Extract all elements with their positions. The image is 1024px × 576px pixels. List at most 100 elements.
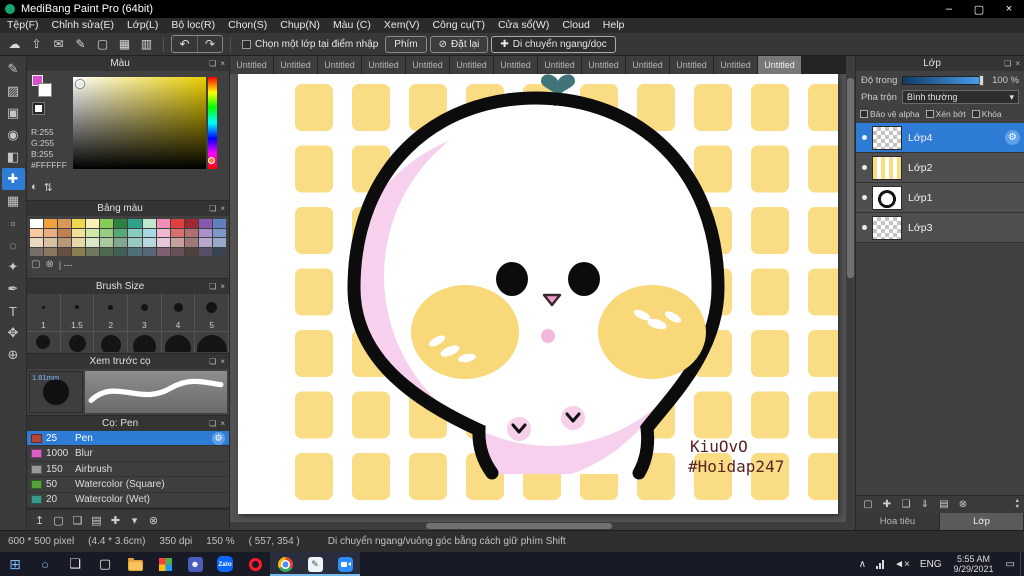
- brush-settings-gear-icon[interactable]: ⚙: [212, 431, 225, 445]
- document-tab[interactable]: Untitled: [362, 56, 406, 74]
- document-tab[interactable]: Untitled: [758, 56, 802, 74]
- hue-slider[interactable]: [208, 77, 217, 169]
- tool-button[interactable]: ◉: [2, 124, 25, 146]
- menu-item[interactable]: Công cụ(T): [432, 18, 485, 33]
- brush-size-option[interactable]: 4: [162, 294, 196, 331]
- move-direction-button[interactable]: ✚ Di chuyển ngang/dọc: [491, 35, 616, 53]
- menu-item[interactable]: Chọn(S): [228, 18, 267, 33]
- palette-swatch[interactable]: [86, 228, 100, 237]
- palette-swatch[interactable]: [170, 247, 184, 256]
- dock-icon[interactable]: ❏: [209, 204, 216, 213]
- tab-layers[interactable]: Lớp: [940, 513, 1024, 530]
- reset-button[interactable]: ⊘ Đặt lại: [429, 35, 489, 53]
- document-tab[interactable]: Untitled: [274, 56, 318, 74]
- brush-size-option[interactable]: 2: [94, 294, 129, 331]
- undo-button[interactable]: ↶: [172, 36, 197, 52]
- close-icon[interactable]: ×: [1015, 59, 1020, 68]
- layer-visibility-dot[interactable]: [856, 225, 872, 230]
- brush-size-option[interactable]: [61, 332, 95, 352]
- opacity-slider-thumb[interactable]: [979, 75, 984, 86]
- document-tab[interactable]: Untitled: [626, 56, 670, 74]
- palette-swatch[interactable]: [212, 238, 226, 247]
- move-layer-down-icon[interactable]: ▼: [1015, 504, 1020, 511]
- opacity-slider[interactable]: [902, 75, 984, 86]
- brush-size-option[interactable]: 1.5: [61, 294, 95, 331]
- start-button[interactable]: ⊞: [0, 552, 30, 576]
- language-indicator[interactable]: ENG: [915, 552, 947, 576]
- layer-visibility-dot[interactable]: [856, 165, 872, 170]
- palette-swatch[interactable]: [156, 238, 170, 247]
- layer-settings-gear-icon[interactable]: ⚙: [1005, 130, 1020, 145]
- upload-icon[interactable]: ⇧: [27, 35, 46, 54]
- duplicate-layer-icon[interactable]: ❏: [898, 497, 914, 513]
- foreground-color-chip[interactable]: [38, 83, 52, 97]
- select-layer-checkbox-group[interactable]: Chọn một lớp tại điểm nhập: [242, 39, 378, 50]
- zoom-app-icon[interactable]: [330, 552, 360, 576]
- brush-size-option[interactable]: 5: [195, 294, 229, 331]
- palette-swatch[interactable]: [44, 228, 58, 237]
- vertical-scrollbar-thumb[interactable]: [847, 78, 854, 278]
- palette-swatch[interactable]: [170, 228, 184, 237]
- brush-size-option[interactable]: 1: [27, 294, 61, 331]
- panel-footer-icon[interactable]: ▾: [126, 512, 143, 529]
- delete-layer-icon[interactable]: ⊗: [955, 497, 971, 513]
- panel-footer-icon[interactable]: ⊗: [145, 512, 162, 529]
- document-tab[interactable]: Untitled: [670, 56, 714, 74]
- brush-list-item[interactable]: 1000 Blur ⚙: [27, 446, 229, 462]
- clipping-checkbox-group[interactable]: Xén bớt: [925, 109, 966, 119]
- search-icon[interactable]: ○: [30, 552, 60, 576]
- palette-swatch[interactable]: [58, 238, 72, 247]
- menu-item[interactable]: Màu (C): [333, 18, 371, 33]
- palette-swatch[interactable]: [58, 247, 72, 256]
- transparent-color-chip[interactable]: [32, 102, 45, 115]
- file-explorer-icon[interactable]: [120, 552, 150, 576]
- brush-size-option[interactable]: [27, 332, 61, 352]
- dock-icon[interactable]: ❏: [209, 282, 216, 291]
- palette-swatch[interactable]: [44, 219, 58, 228]
- canvas[interactable]: KiuOvO #Hoidap247: [238, 74, 838, 514]
- palette-swatch[interactable]: [128, 219, 142, 228]
- menu-item[interactable]: Tệp(F): [7, 18, 39, 33]
- palette-swatch[interactable]: [58, 219, 72, 228]
- brush-list-item[interactable]: 20 Watercolor (Wet) ⚙: [27, 492, 229, 508]
- palette-swatch[interactable]: [58, 228, 72, 237]
- key-button[interactable]: Phím: [385, 35, 427, 53]
- panel-footer-icon[interactable]: ▤: [88, 512, 105, 529]
- tool-button[interactable]: ◌: [2, 234, 25, 256]
- horizontal-scrollbar-thumb[interactable]: [426, 523, 612, 529]
- menu-item[interactable]: Bộ lọc(R): [171, 18, 215, 33]
- palette-swatch[interactable]: [100, 219, 114, 228]
- speaker-muted-icon[interactable]: ◄×: [889, 552, 915, 576]
- palette-swatch[interactable]: [128, 228, 142, 237]
- document-icon[interactable]: ▢: [93, 35, 112, 54]
- close-icon[interactable]: ×: [220, 59, 225, 68]
- palette-swatch[interactable]: [30, 228, 44, 237]
- tool-button[interactable]: ▫: [2, 212, 25, 234]
- select-layer-checkbox[interactable]: [242, 39, 251, 49]
- palette-swatch[interactable]: [156, 247, 170, 256]
- close-button[interactable]: ×: [994, 0, 1024, 18]
- clipping-checkbox[interactable]: [925, 110, 934, 118]
- palette-swatch[interactable]: [72, 238, 86, 247]
- palette-swatch[interactable]: [100, 238, 114, 247]
- palette-swatch[interactable]: [72, 228, 86, 237]
- tool-button[interactable]: ▨: [2, 80, 25, 102]
- palette-swatch[interactable]: [86, 238, 100, 247]
- palette-swatch[interactable]: [212, 219, 226, 228]
- menu-item[interactable]: Cửa sổ(W): [498, 18, 549, 33]
- sv-cursor[interactable]: [76, 80, 84, 88]
- maximize-button[interactable]: ▢: [964, 0, 994, 18]
- document-tab[interactable]: Untitled: [318, 56, 362, 74]
- palette-swatch[interactable]: [142, 238, 156, 247]
- menu-item[interactable]: Help: [603, 18, 625, 33]
- opera-app-icon[interactable]: [240, 552, 270, 576]
- layer-row[interactable]: Lớp2 ⚙: [856, 153, 1024, 183]
- panel-footer-icon[interactable]: ✚: [107, 512, 124, 529]
- alpha-protect-checkbox-group[interactable]: Bảo vệ alpha: [860, 109, 920, 119]
- palette-swatch[interactable]: [86, 219, 100, 228]
- palette-swatch[interactable]: [86, 247, 100, 256]
- document-tab[interactable]: Untitled: [582, 56, 626, 74]
- close-icon[interactable]: ×: [220, 357, 225, 366]
- color-swap-icon[interactable]: ⇅: [44, 181, 53, 194]
- layer-row[interactable]: Lớp4 ⚙: [856, 123, 1024, 153]
